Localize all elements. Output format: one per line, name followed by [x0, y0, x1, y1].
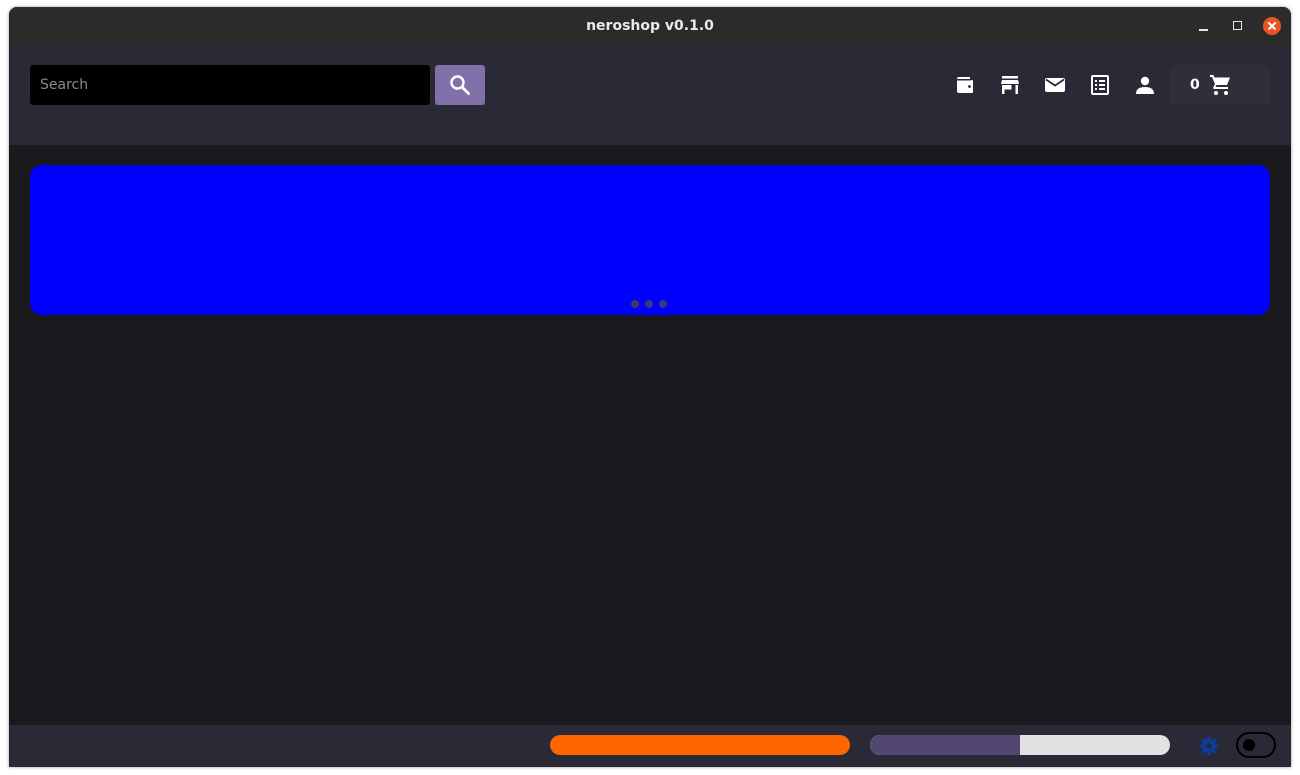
- window-title: neroshop v0.1.0: [586, 18, 714, 34]
- wallet-button[interactable]: [954, 74, 976, 96]
- search-icon: [450, 75, 470, 95]
- status-footer: [9, 725, 1291, 767]
- minimize-button[interactable]: [1195, 17, 1213, 35]
- account-button[interactable]: [1134, 74, 1156, 96]
- account-icon: [1136, 76, 1154, 94]
- banner-dot-1[interactable]: [631, 300, 639, 308]
- maximize-button[interactable]: [1229, 17, 1247, 35]
- cart-icon: [1210, 75, 1230, 95]
- theme-toggle-knob: [1243, 739, 1255, 751]
- close-button[interactable]: [1263, 17, 1281, 35]
- orders-button[interactable]: [1089, 74, 1111, 96]
- cart-count: 0: [1190, 77, 1200, 93]
- orders-icon: [1091, 75, 1109, 95]
- sync-progress-bar: [550, 735, 850, 755]
- messages-button[interactable]: [1044, 74, 1066, 96]
- daemon-progress-fill: [870, 735, 1020, 755]
- store-icon: [1001, 76, 1019, 94]
- daemon-progress-bar: [870, 735, 1170, 755]
- mail-icon: [1045, 78, 1065, 92]
- title-bar[interactable]: neroshop v0.1.0: [9, 7, 1291, 45]
- gear-icon: [1199, 736, 1219, 756]
- search-button[interactable]: [435, 65, 485, 105]
- search-input[interactable]: [30, 65, 430, 105]
- wallet-icon: [957, 77, 973, 93]
- sync-progress-fill: [550, 735, 850, 755]
- app-header: 0: [9, 45, 1291, 145]
- store-button[interactable]: [999, 74, 1021, 96]
- app-window: neroshop v0.1.0 Search 0: [9, 7, 1291, 767]
- cart-button[interactable]: 0: [1170, 65, 1270, 105]
- banner-dot-2[interactable]: [645, 300, 653, 308]
- banner-pagination: [631, 300, 669, 308]
- featured-banner[interactable]: [30, 165, 1270, 315]
- banner-dot-3[interactable]: [659, 300, 667, 308]
- theme-toggle[interactable]: [1236, 732, 1276, 758]
- settings-button[interactable]: [1198, 735, 1220, 757]
